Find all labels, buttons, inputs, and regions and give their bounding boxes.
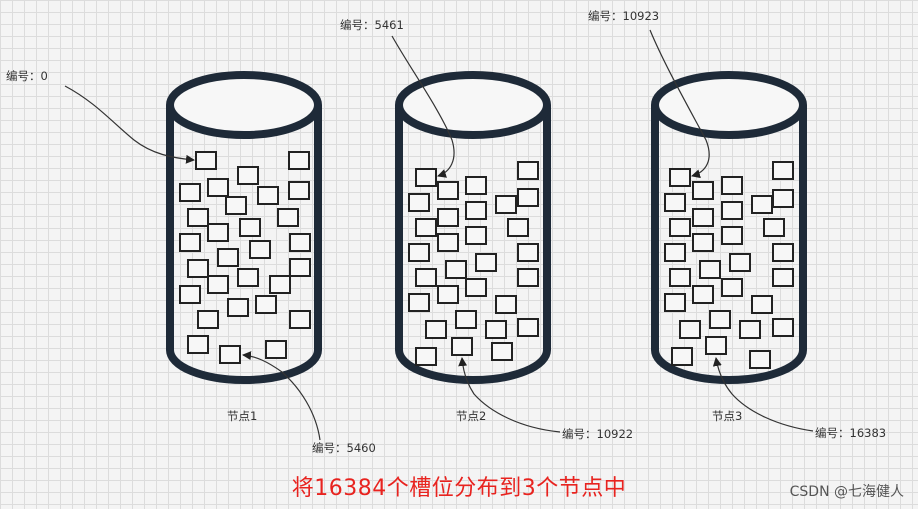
node-1: 节点1 编号：0 编号：5460	[6, 69, 376, 455]
node-1-slots	[179, 151, 311, 364]
node-3-last-slot-label: 编号：16383	[815, 426, 886, 440]
node-3-slots	[664, 161, 794, 369]
slot-distribution-diagram: 节点1 编号：0 编号：5460 节点2 编号：5461 编号：10922 节点…	[6, 9, 886, 455]
node-2-first-slot-label: 编号：5461	[340, 18, 404, 32]
node-3-first-slot-label: 编号：10923	[588, 9, 659, 23]
node-1-label: 节点1	[227, 409, 257, 423]
node-2-last-slot-label: 编号：10922	[562, 427, 633, 441]
diagram-caption: 将16384个槽位分布到3个节点中	[291, 476, 627, 501]
node-1-last-slot-label: 编号：5460	[312, 441, 376, 455]
node-2-label: 节点2	[456, 409, 486, 423]
node-3: 节点3 编号：10923 编号：16383	[588, 9, 886, 440]
node-2-slots	[408, 161, 539, 366]
node-1-first-slot-label: 编号：0	[6, 69, 48, 83]
node-2: 节点2 编号：5461 编号：10922	[340, 18, 633, 441]
node-3-label: 节点3	[712, 409, 742, 423]
csdn-watermark: CSDN @七海健人	[789, 484, 904, 500]
